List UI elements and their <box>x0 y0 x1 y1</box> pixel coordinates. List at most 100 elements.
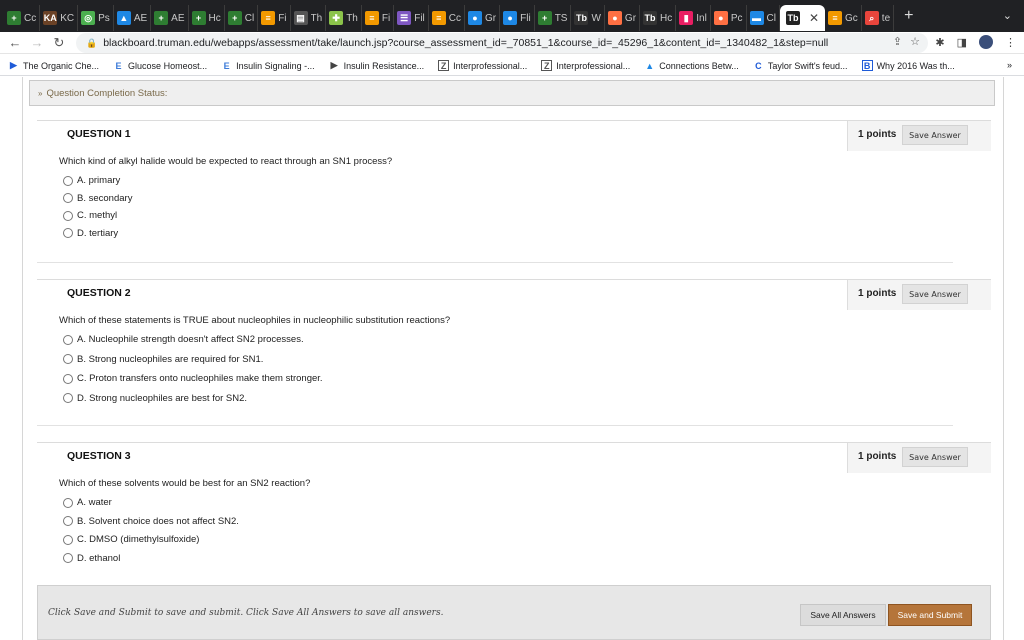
browser-tab-17[interactable]: ● Gr <box>605 5 641 31</box>
answer-option-label: D. tertiary <box>77 227 119 239</box>
browser-tab-4[interactable]: + AE <box>151 5 189 31</box>
browser-tab-active[interactable]: Tb ✕ <box>779 5 826 31</box>
chart-icon: ▮ <box>679 11 694 25</box>
question-completion-status[interactable]: » Question Completion Status: <box>29 80 995 106</box>
answer-option[interactable]: D. Strong nucleophiles are best for SN2. <box>63 393 247 404</box>
radio-button[interactable] <box>63 393 73 403</box>
browser-tab-14[interactable]: ● Fli <box>500 5 535 31</box>
bookmark-item[interactable]: E Insulin Signaling -... <box>221 60 315 71</box>
browser-tab-16[interactable]: Tb W <box>571 5 605 31</box>
bookmark-item[interactable]: Z Interprofessional... <box>541 60 630 71</box>
close-icon[interactable]: ✕ <box>809 11 819 25</box>
tab-label: te <box>881 12 891 24</box>
radio-button[interactable] <box>63 373 73 384</box>
share-icon[interactable]: ⇪ <box>893 35 902 48</box>
radio-button[interactable] <box>63 497 73 508</box>
chevron-down-icon[interactable]: ⌄ <box>1003 9 1012 22</box>
browser-tab-20[interactable]: ● Pc <box>711 5 747 31</box>
radio-button[interactable] <box>63 193 73 203</box>
answer-option-label: C. Proton transfers onto nucleophiles ma… <box>77 373 323 384</box>
plus-icon: + <box>191 11 206 25</box>
tab-label: Inl <box>696 12 707 24</box>
new-tab-icon[interactable]: + <box>904 7 913 25</box>
browser-tab-1[interactable]: KA KC <box>40 5 79 31</box>
radio-button[interactable] <box>63 334 73 345</box>
answer-option[interactable]: B. secondary <box>63 193 132 204</box>
browser-tab-13[interactable]: ● Gr <box>465 5 501 31</box>
answer-option[interactable]: A. primary <box>63 175 120 186</box>
save-answer-button[interactable]: Save Answer <box>902 284 968 304</box>
answer-option[interactable]: C. DMSO (dimethylsulfoxide) <box>63 534 199 545</box>
browser-tab-9[interactable]: ✚ Th <box>326 5 362 31</box>
tab-label: Cl <box>244 12 255 24</box>
browser-tab-2[interactable]: ◎ Ps <box>78 5 114 31</box>
profile-avatar[interactable] <box>979 35 993 49</box>
browser-tab-a1[interactable]: ⌕ te <box>862 5 895 31</box>
question-title: QUESTION 3 <box>67 450 131 462</box>
more-bookmarks-icon[interactable]: » <box>1007 60 1012 70</box>
bookmark-item[interactable]: ▲ Connections Betw... <box>644 60 739 71</box>
chevron-down-icon: » <box>38 88 43 98</box>
plus-icon: + <box>7 11 21 25</box>
answer-option-label: A. Nucleophile strength doesn't affect S… <box>77 334 304 345</box>
browser-tab-19[interactable]: ▮ Inl <box>676 5 711 31</box>
radio-button[interactable] <box>63 553 73 563</box>
plus-icon: + <box>227 11 242 25</box>
back-icon[interactable]: ← <box>4 35 26 50</box>
address-bar[interactable]: 🔒 blackboard.truman.edu/webapps/assessme… <box>76 33 928 53</box>
browser-tab-3[interactable]: ▲ AE <box>114 5 152 31</box>
reload-icon[interactable]: ↻ <box>48 35 70 51</box>
bookmark-item[interactable]: E Glucose Homeost... <box>113 60 208 71</box>
save-all-answers-button[interactable]: Save All Answers <box>800 604 886 626</box>
bookmark-label: The Organic Che... <box>23 60 100 71</box>
answer-option[interactable]: C. Proton transfers onto nucleophiles ma… <box>63 373 323 384</box>
radio-button[interactable] <box>63 516 73 526</box>
bookmark-item[interactable]: Z Interprofessional... <box>438 60 527 71</box>
bookmark-item[interactable]: ▶ The Organic Che... <box>8 60 99 71</box>
save-answer-button[interactable]: Save Answer <box>902 447 968 467</box>
browser-tab-21[interactable]: ▬ Cl <box>747 5 780 31</box>
answer-option[interactable]: D. ethanol <box>63 553 120 564</box>
browser-tab-0[interactable]: + Cc <box>4 5 41 31</box>
browser-tab-18[interactable]: Tb Hc <box>640 5 677 31</box>
browser-tab-11[interactable]: ☰ Fil <box>394 5 429 31</box>
save-answer-button[interactable]: Save Answer <box>902 125 968 145</box>
radio-button[interactable] <box>63 210 73 221</box>
browser-tab-a0[interactable]: ≡ Gc <box>825 5 862 31</box>
browser-tab-10[interactable]: ≡ Fi <box>362 5 395 31</box>
browser-tab-6[interactable]: + Cl <box>225 5 259 31</box>
tab-label: Hc <box>660 12 673 24</box>
bookmark-item[interactable]: ▶ Insulin Resistance... <box>329 60 425 71</box>
bookmark-label: Glucose Homeost... <box>128 60 208 71</box>
answer-option[interactable]: A. water <box>63 497 112 508</box>
menu-icon[interactable]: ⋮ <box>1005 36 1016 49</box>
browser-tab-8[interactable]: ▤ Th <box>291 5 327 31</box>
browser-tab-15[interactable]: + TS <box>535 5 572 31</box>
answer-option[interactable]: C. methyl <box>63 210 117 221</box>
answer-option[interactable]: D. tertiary <box>63 228 118 239</box>
answer-option[interactable]: B. Strong nucleophiles are required for … <box>63 354 263 365</box>
answer-option-label: D. Strong nucleophiles are best for SN2. <box>77 392 248 404</box>
radio-button[interactable] <box>63 228 73 238</box>
bookmark-item[interactable]: B Why 2016 Was th... <box>861 60 955 71</box>
tab-label: AE <box>171 12 185 24</box>
save-and-submit-button[interactable]: Save and Submit <box>888 604 972 626</box>
url-text[interactable]: blackboard.truman.edu/webapps/assessment… <box>103 37 828 49</box>
extensions-icon[interactable]: ✱ <box>935 36 944 49</box>
browser-tab-7[interactable]: ≡ Fi <box>258 5 291 31</box>
answer-option[interactable]: B. Solvent choice does not affect SN2. <box>63 516 239 527</box>
sidebar-icon[interactable]: ◨ <box>957 36 967 49</box>
radio-button[interactable] <box>63 354 73 364</box>
answer-option-label: C. DMSO (dimethylsulfoxide) <box>77 534 200 545</box>
tab-label: Hc <box>208 12 221 24</box>
bookmark-item[interactable]: C Taylor Swift's feud... <box>753 60 848 71</box>
radio-button[interactable] <box>63 175 73 186</box>
answer-option-label: A. water <box>77 497 112 508</box>
forward-icon[interactable]: → <box>26 35 48 50</box>
radio-button[interactable] <box>63 534 73 545</box>
answer-option[interactable]: A. Nucleophile strength doesn't affect S… <box>63 334 304 345</box>
browser-tab-12[interactable]: ≡ Cc <box>429 5 466 31</box>
browser-tab-5[interactable]: + Hc <box>189 5 225 31</box>
bookmark-star-icon[interactable]: ☆ <box>910 35 920 48</box>
tab-label: Cl <box>766 12 776 24</box>
